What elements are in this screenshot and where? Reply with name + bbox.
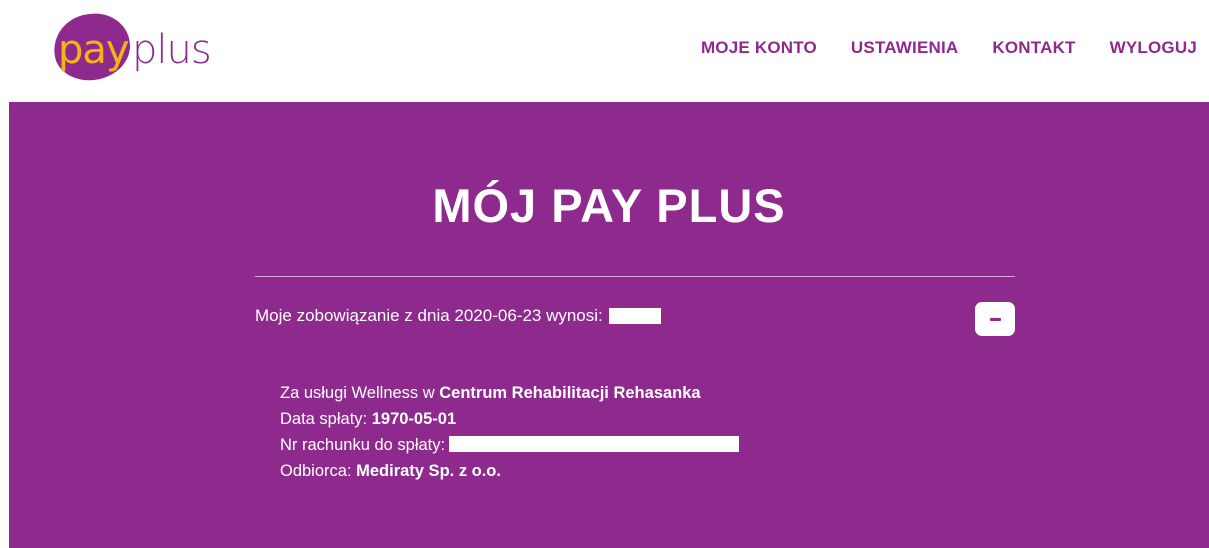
nav-moje-konto[interactable]: MOJE KONTO [701,38,817,58]
redacted-account-number [449,436,740,452]
obligation-summary-text: Moje zobowiązanie z dnia 2020-06-23 wyno… [255,306,603,325]
header: pay plus MOJE KONTO USTAWIENIA KONTAKT W… [0,0,1209,102]
due-date-label: Data spłaty: [280,410,372,428]
account-label: Nr rachunku do spłaty: [280,436,446,454]
redacted-amount [608,308,661,324]
recipient-value: Mediraty Sp. z o.o. [356,462,501,480]
obligation-details: Za usługi Wellness w Centrum Rehabilitac… [280,380,740,484]
page-title: MÓJ PAY PLUS [432,179,786,232]
logo-plus-text: plus [132,27,212,73]
service-prefix: Za usługi Wellness w [280,384,440,402]
due-date-line: Data spłaty: 1970-05-01 [280,406,739,432]
nav-kontakt[interactable]: KONTAKT [992,38,1075,58]
nav-wyloguj[interactable]: WYLOGUJ [1110,38,1197,58]
obligation-summary: Moje zobowiązanie z dnia 2020-06-23 wyno… [255,306,661,326]
account-line: Nr rachunku do spłaty: [280,432,740,458]
main-panel: MÓJ PAY PLUS Moje zobowiązanie z dnia 20… [9,102,1209,548]
service-place: Centrum Rehabilitacji Rehasanka [439,384,701,402]
due-date-value: 1970-05-01 [371,410,457,428]
payplus-logo[interactable]: pay plus [49,9,222,85]
nav-ustawienia[interactable]: USTAWIENIA [851,38,958,58]
top-nav: MOJE KONTO USTAWIENIA KONTAKT WYLOGUJ [701,38,1197,58]
recipient-line: Odbiorca: Mediraty Sp. z o.o. [280,458,739,484]
minus-icon [989,317,1001,321]
service-line: Za usługi Wellness w Centrum Rehabilitac… [280,380,739,406]
collapse-button[interactable] [975,302,1015,336]
recipient-label: Odbiorca: [280,462,357,480]
divider [255,276,1015,277]
logo-pay-text: pay [58,27,130,73]
